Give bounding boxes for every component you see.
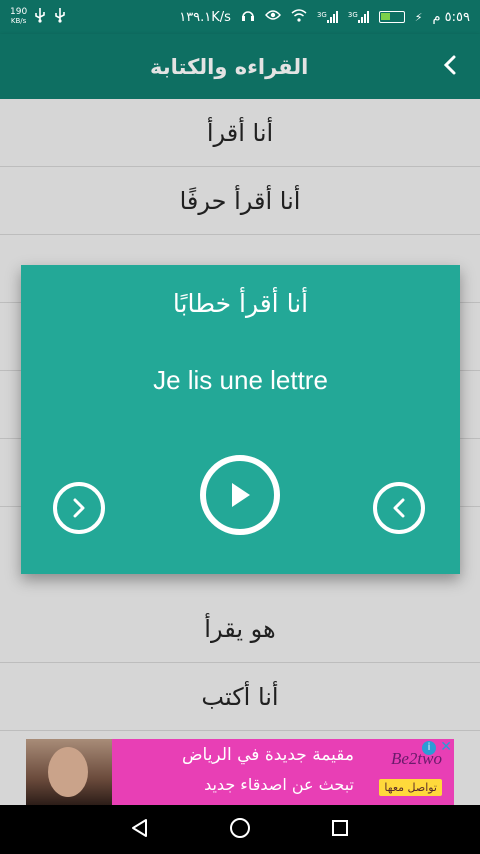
list-item[interactable]: أنا أقرأ حرفًا (0, 167, 480, 235)
back-button[interactable] (442, 52, 458, 82)
ad-headline: مقيمة جديدة في الرياض (181, 745, 354, 765)
next-button[interactable] (53, 482, 105, 534)
square-recents-icon (332, 819, 349, 836)
list-item-label: أنا أكتب (201, 682, 279, 711)
network-speed: ١٣٩.١K/s (179, 9, 231, 25)
page-title: القراءه والكتابة (150, 54, 309, 79)
ad-close-icon[interactable]: ✕ (440, 739, 452, 755)
chevron-left-icon (393, 498, 405, 518)
nav-back-button[interactable] (129, 817, 151, 843)
previous-button[interactable] (373, 482, 425, 534)
phrase-dialog: أنا أقرأ خطابًا Je lis une lettre (21, 265, 460, 574)
eye-icon (265, 9, 281, 25)
chevron-left-icon (443, 55, 456, 74)
nav-recents-button[interactable] (329, 817, 351, 843)
chevron-right-icon (73, 498, 85, 518)
list-item[interactable]: هو يقرأ (0, 595, 480, 663)
signal-icon: 3G (348, 11, 369, 23)
arabic-phrase: أنا أقرأ خطابًا (172, 289, 309, 318)
ad-info-icon[interactable]: i (422, 741, 436, 755)
circle-home-icon (229, 817, 250, 838)
status-bar: 190 KB/s ١٣٩.١K/s 3G 3G ⚡ ٥:٥٩ م (0, 0, 480, 34)
list-item-label: أنا أقرأ (206, 118, 274, 147)
usb-icon (33, 7, 47, 27)
charging-icon: ⚡ (414, 10, 423, 24)
ad-subline: تبحث عن اصدقاء جديد (204, 775, 354, 794)
usb-icon (53, 7, 67, 27)
ad-banner[interactable]: مقيمة جديدة في الرياض تبحث عن اصدقاء جدي… (26, 739, 454, 805)
battery-icon (378, 11, 405, 23)
nav-home-button[interactable] (228, 816, 252, 844)
list-item[interactable]: أنا أكتب (0, 663, 480, 731)
wifi-icon (291, 8, 307, 26)
play-button[interactable] (200, 455, 280, 535)
triangle-back-icon (131, 818, 147, 837)
signal-icon: 3G (317, 11, 338, 23)
translation-phrase: Je lis une lettre (153, 365, 328, 395)
list-item[interactable]: أنا أقرأ (0, 99, 480, 167)
status-left: 190 KB/s (10, 7, 67, 27)
play-icon (232, 483, 250, 507)
clock: ٥:٥٩ م (432, 9, 470, 25)
ad-photo (26, 739, 112, 805)
headset-icon (241, 8, 255, 26)
app-bar: القراءه والكتابة (0, 34, 480, 99)
system-nav-bar (0, 805, 480, 854)
ad-cta-button[interactable]: تواصل معها (379, 779, 442, 796)
list-item-label: أنا أقرأ حرفًا (179, 186, 301, 215)
usb-speed: 190 KB/s (10, 7, 28, 26)
status-right: ١٣٩.١K/s 3G 3G ⚡ ٥:٥٩ م (179, 8, 470, 26)
list-item-label: هو يقرأ (204, 614, 276, 643)
